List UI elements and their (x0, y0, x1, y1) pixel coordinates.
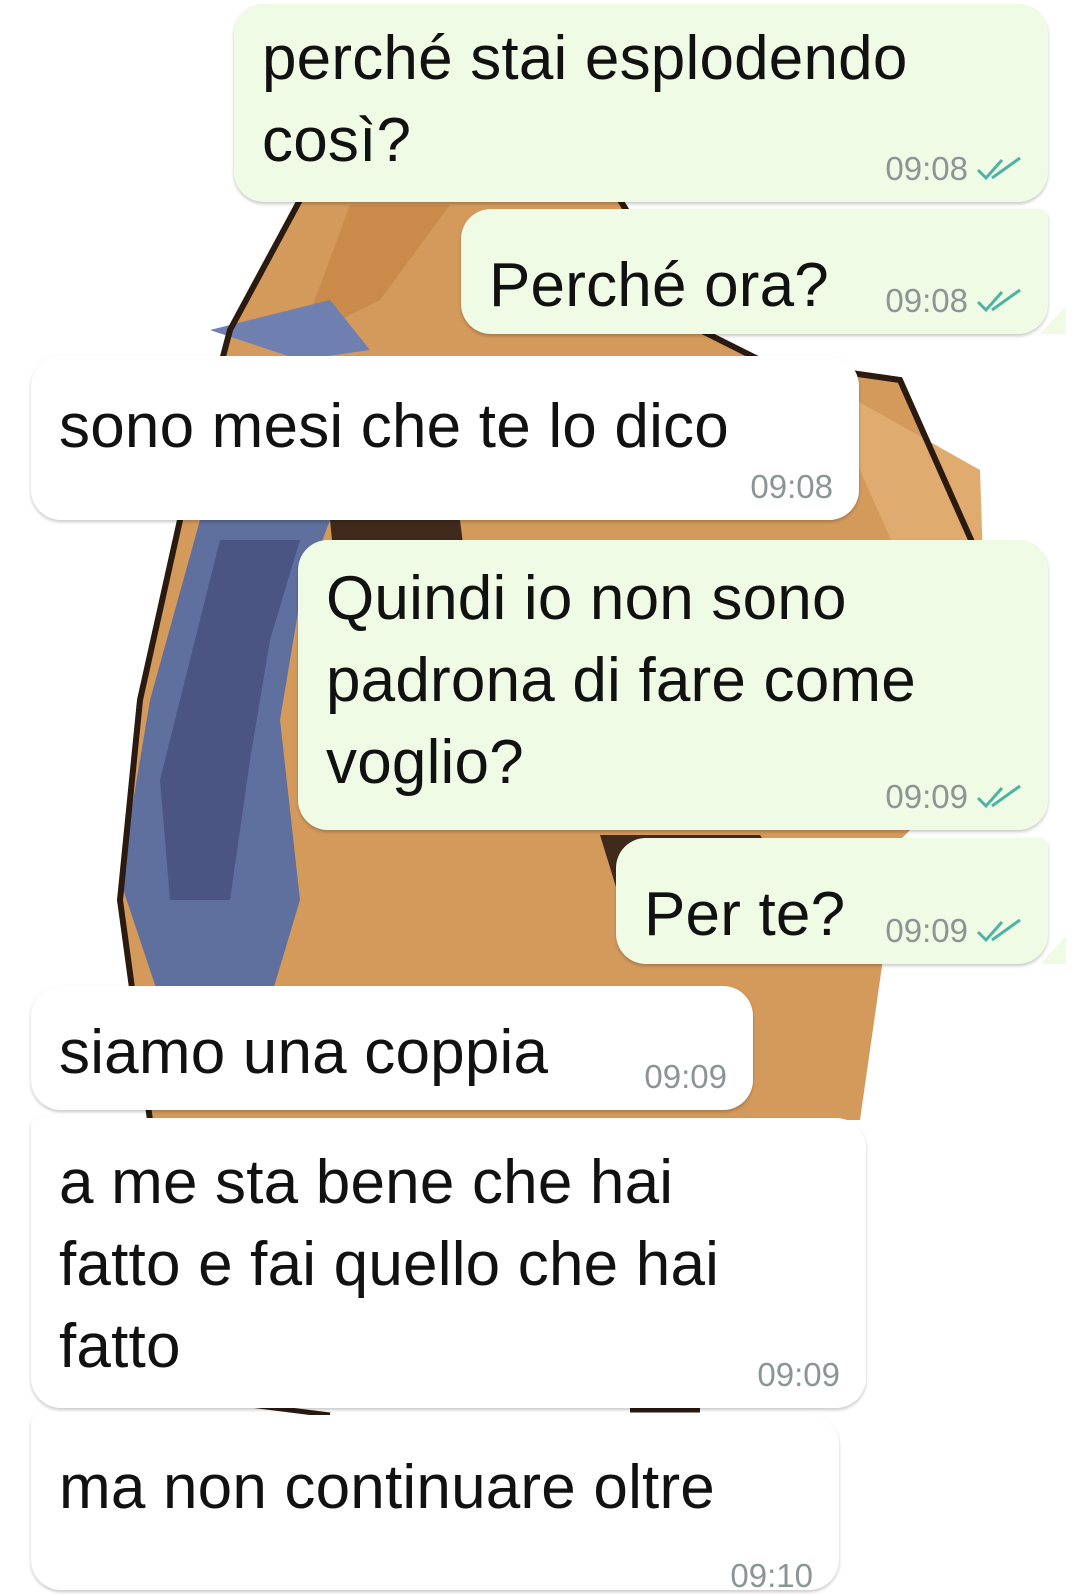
double-check-read-icon (976, 784, 1021, 809)
message-text: sono mesi che te lo dico (59, 392, 729, 461)
message-meta: 09:09 (644, 1058, 727, 1096)
message-time: 09:08 (750, 468, 833, 505)
message-bubble-outgoing[interactable]: Per te? 09:09 (616, 838, 1048, 964)
message-meta: 09:09 (885, 778, 1022, 816)
message-text: siamo una coppia (59, 1018, 549, 1087)
message-bubble-incoming[interactable]: siamo una coppia 09:09 (31, 986, 753, 1110)
message-meta: 09:09 (757, 1356, 840, 1394)
message-meta: 09:09 (885, 912, 1022, 950)
message-time: 09:09 (757, 1356, 840, 1393)
message-meta: 09:08 (885, 150, 1022, 188)
message-text: ma non continuare oltre (59, 1453, 715, 1522)
message-text: Quindi io non sono padrona di fare come … (326, 564, 916, 797)
message-bubble-incoming[interactable]: sono mesi che te lo dico 09:08 (31, 356, 859, 520)
message-meta: 09:08 (885, 282, 1022, 320)
double-check-read-icon (976, 918, 1021, 943)
message-time: 09:08 (885, 282, 968, 319)
double-check-read-icon (976, 156, 1021, 181)
bubble-tail (1040, 936, 1066, 964)
message-meta: 09:10 (730, 1557, 813, 1595)
message-time: 09:09 (644, 1058, 727, 1095)
message-meta: 09:08 (750, 468, 833, 506)
bubble-tail (1040, 306, 1066, 334)
message-time: 09:08 (885, 150, 968, 187)
double-check-read-icon (976, 288, 1021, 313)
message-bubble-outgoing[interactable]: Quindi io non sono padrona di fare come … (298, 540, 1048, 830)
bubble-tail (14, 492, 40, 520)
message-bubble-incoming[interactable]: ma non continuare oltre 09:10 (31, 1415, 839, 1594)
message-time: 09:10 (730, 1557, 813, 1594)
message-time: 09:09 (885, 778, 968, 815)
message-time: 09:09 (885, 912, 968, 949)
message-bubble-outgoing[interactable]: Perché ora? 09:08 (461, 209, 1048, 334)
message-text: a me sta bene che hai fatto e fai quello… (59, 1148, 720, 1381)
message-bubble-incoming[interactable]: a me sta bene che hai fatto e fai quello… (31, 1118, 866, 1408)
message-bubble-outgoing[interactable]: perché stai esplodendo così? 09:08 (234, 4, 1048, 202)
